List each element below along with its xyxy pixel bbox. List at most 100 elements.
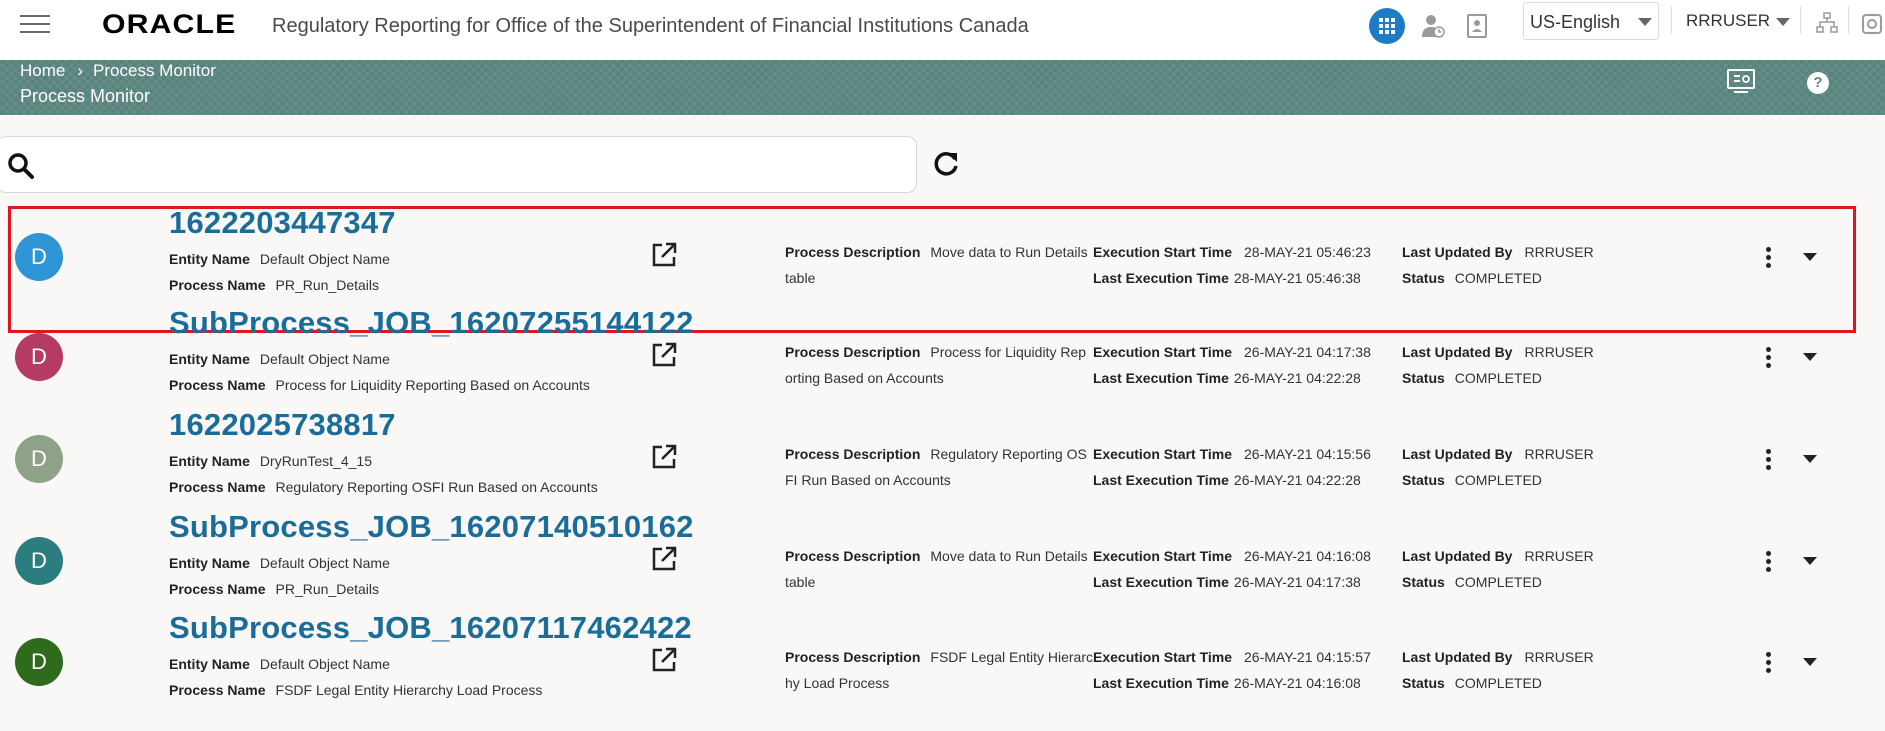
process-description-value: FSDF Legal Entity Hierarc — [930, 649, 1093, 665]
status-label: Status — [1402, 574, 1445, 590]
last-updated-by-value: RRRUSER — [1524, 344, 1594, 360]
last-execution-label: Last Execution Time — [1093, 675, 1229, 691]
last-updated-by-value: RRRUSER — [1524, 548, 1594, 564]
expand-caret-icon[interactable] — [1800, 652, 1820, 672]
expand-caret-icon[interactable] — [1800, 551, 1820, 571]
last-execution-field: Last Execution Time 28-MAY-21 05:46:38 — [1093, 270, 1361, 288]
entity-name-label: Entity Name — [169, 351, 250, 367]
more-actions-icon[interactable] — [1760, 345, 1776, 371]
process-description-cont: table — [785, 574, 815, 592]
process-description-value: Move data to Run Details — [930, 548, 1088, 564]
last-updated-by-value: RRRUSER — [1524, 244, 1594, 260]
last-execution-field: Last Execution Time 26-MAY-21 04:17:38 — [1093, 574, 1361, 592]
help-icon[interactable]: ? — [1807, 72, 1829, 94]
last-execution-label: Last Execution Time — [1093, 574, 1229, 590]
execution-start-label: Execution Start Time — [1093, 344, 1233, 360]
expand-caret-icon[interactable] — [1800, 247, 1820, 267]
entity-name-label: Entity Name — [169, 555, 250, 571]
badge-icon[interactable] — [1466, 13, 1490, 39]
last-execution-value: 26-MAY-21 04:22:28 — [1233, 370, 1361, 386]
last-execution-field: Last Execution Time 26-MAY-21 04:16:08 — [1093, 675, 1361, 693]
oracle-logo: ORACLE — [102, 9, 237, 39]
entity-name-value: Default Object Name — [259, 656, 390, 672]
last-updated-by-label: Last Updated By — [1402, 446, 1513, 462]
entity-name-value: Default Object Name — [259, 251, 390, 267]
last-updated-by-label: Last Updated By — [1402, 649, 1513, 665]
user-task-icon[interactable] — [1420, 13, 1446, 39]
process-description-field: Process Description FSDF Legal Entity Hie… — [785, 649, 1093, 667]
process-name-field: Process Name Process for Liquidity Report… — [169, 377, 590, 395]
process-description-value: Move data to Run Details — [930, 244, 1088, 260]
process-row[interactable]: D SubProcess_JOB_16207140510162 Entity N… — [0, 509, 1885, 613]
process-description-label: Process Description — [785, 344, 921, 360]
process-description-label: Process Description — [785, 244, 921, 260]
process-name-field: Process Name Regulatory Reporting OSFI Ru… — [169, 479, 598, 497]
process-name-field: Process Name FSDF Legal Entity Hierarchy … — [169, 682, 542, 700]
open-external-icon[interactable] — [650, 545, 678, 573]
hierarchy-icon[interactable] — [1816, 12, 1838, 34]
chevron-down-icon — [1776, 18, 1790, 26]
process-name-value: Process for Liquidity Reporting Based on… — [275, 377, 590, 393]
more-actions-icon[interactable] — [1760, 549, 1776, 575]
process-description-field: Process Description Regulatory Reporting … — [785, 446, 1087, 464]
more-actions-icon[interactable] — [1760, 650, 1776, 676]
edge-icon[interactable] — [1862, 14, 1882, 34]
last-execution-value: 26-MAY-21 04:16:08 — [1233, 675, 1361, 691]
status-field: Status COMPLETED — [1402, 370, 1542, 388]
process-id-link[interactable]: 1622025738817 — [169, 407, 396, 443]
process-id-link[interactable]: 1622203447347 — [169, 205, 396, 241]
process-description-cont: table — [785, 270, 815, 288]
execution-start-field: Execution Start Time 26-MAY-21 04:17:38 — [1093, 344, 1371, 362]
process-row[interactable]: D 1622203447347 Entity Name Default Objec… — [0, 205, 1885, 333]
process-name-value: Regulatory Reporting OSFI Run Based on A… — [275, 479, 598, 495]
chevron-right-icon: › — [77, 61, 84, 80]
status-badge: COMPLETED — [1454, 574, 1542, 590]
menu-icon[interactable] — [20, 14, 52, 36]
last-updated-by-value: RRRUSER — [1524, 649, 1594, 665]
process-name-field: Process Name PR_Run_Details — [169, 581, 379, 599]
process-description-value-cont: table — [785, 270, 816, 286]
last-updated-by-field: Last Updated By RRRUSER — [1402, 548, 1594, 566]
process-id-link[interactable]: SubProcess_JOB_16207140510162 — [169, 509, 694, 545]
entity-name-field: Entity Name Default Object Name — [169, 555, 390, 573]
process-row[interactable]: D SubProcess_JOB_16207117462422 Entity N… — [0, 610, 1885, 714]
status-badge: COMPLETED — [1454, 370, 1542, 386]
refresh-icon[interactable] — [931, 149, 961, 179]
top-bar: ORACLE Regulatory Reporting for Office o… — [0, 0, 1885, 60]
search-icon[interactable] — [7, 152, 35, 180]
process-id-link[interactable]: SubProcess_JOB_16207255144122 — [169, 305, 694, 341]
divider — [1848, 6, 1849, 34]
process-description-value-cont: orting Based on Accounts — [785, 370, 944, 386]
expand-caret-icon[interactable] — [1800, 449, 1820, 469]
apps-grid-icon[interactable] — [1369, 8, 1405, 44]
entity-name-field: Entity Name Default Object Name — [169, 351, 390, 369]
language-value: US-English — [1530, 12, 1621, 32]
process-description-value: Process for Liquidity Rep — [930, 344, 1087, 360]
expand-caret-icon[interactable] — [1800, 347, 1820, 367]
more-actions-icon[interactable] — [1760, 447, 1776, 473]
open-external-icon[interactable] — [650, 241, 678, 269]
process-row[interactable]: D 1622025738817 Entity Name DryRunTest_4_… — [0, 407, 1885, 511]
avatar: D — [15, 233, 63, 281]
last-updated-by-field: Last Updated By RRRUSER — [1402, 446, 1594, 464]
monitor-settings-icon[interactable] — [1726, 68, 1756, 96]
execution-start-field: Execution Start Time 26-MAY-21 04:15:57 — [1093, 649, 1371, 667]
user-menu[interactable]: RRRUSER — [1686, 11, 1790, 31]
last-updated-by-label: Last Updated By — [1402, 344, 1513, 360]
more-actions-icon[interactable] — [1760, 245, 1776, 271]
open-external-icon[interactable] — [650, 646, 678, 674]
process-row[interactable]: D SubProcess_JOB_16207255144122 Entity N… — [0, 305, 1885, 409]
open-external-icon[interactable] — [650, 341, 678, 369]
last-execution-value: 26-MAY-21 04:17:38 — [1233, 574, 1361, 590]
process-id-link[interactable]: SubProcess_JOB_16207117462422 — [169, 610, 692, 646]
execution-start-value: 26-MAY-21 04:15:57 — [1244, 649, 1371, 665]
divider — [1671, 6, 1672, 34]
open-external-icon[interactable] — [650, 443, 678, 471]
last-updated-by-field: Last Updated By RRRUSER — [1402, 649, 1594, 667]
language-select[interactable]: US-English — [1523, 2, 1659, 40]
divider — [1800, 6, 1801, 34]
last-updated-by-field: Last Updated By RRRUSER — [1402, 344, 1594, 362]
search-input[interactable] — [47, 145, 907, 185]
breadcrumb-home[interactable]: Home — [20, 61, 65, 80]
status-label: Status — [1402, 675, 1445, 691]
